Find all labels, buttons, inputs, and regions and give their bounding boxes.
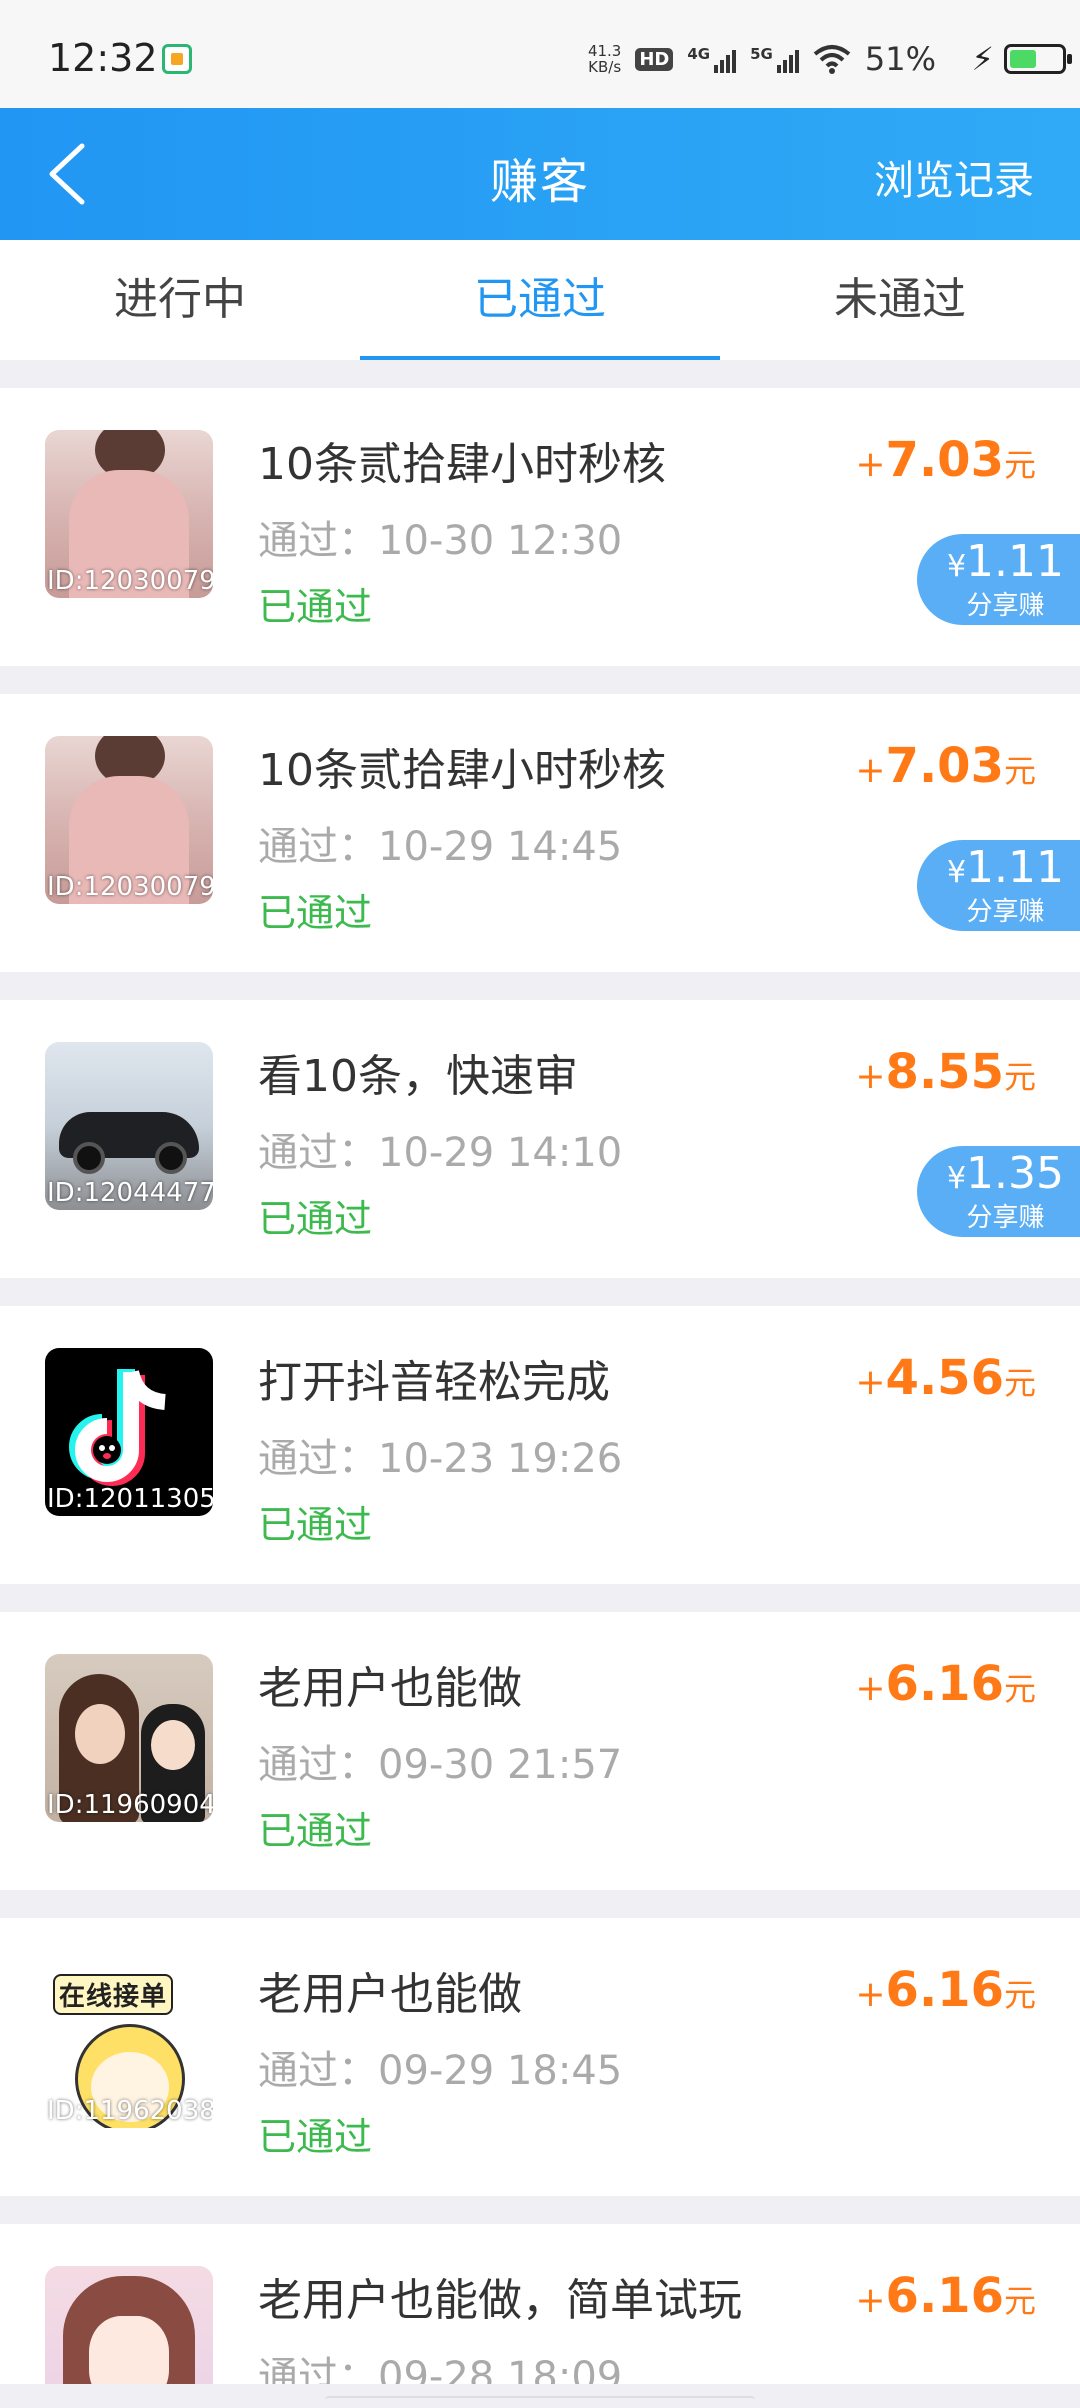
task-title: 老用户也能做 — [258, 1663, 522, 1714]
task-status: 已通过 — [258, 1809, 373, 1853]
app-header: 赚客 浏览记录 — [0, 108, 1080, 240]
task-reward: +6.16元 — [855, 1656, 1036, 1712]
task-title: 老用户也能做 — [258, 1969, 522, 2020]
battery-icon — [1004, 44, 1072, 74]
task-thumbnail — [45, 2266, 213, 2384]
task-approved-time: 通过：09-29 18:45 — [258, 2048, 623, 2094]
task-approved-time: 通过：10-30 12:30 — [258, 518, 623, 564]
task-list: ID:12030079 10条贰拾肆小时秒核 通过：10-30 12:30 已通… — [0, 388, 1080, 2384]
share-earn-button[interactable]: ¥1.11 分享赚 — [916, 534, 1080, 625]
task-title: 10条贰拾肆小时秒核 — [258, 439, 666, 490]
network-speed: 41.3 KB/s — [588, 43, 621, 75]
signal-4g-icon: 4G — [687, 45, 737, 73]
task-approved-time: 通过：10-23 19:26 — [258, 1436, 623, 1482]
task-title: 看10条，快速审 — [258, 1051, 578, 1102]
tab-rejected[interactable]: 未通过 — [720, 240, 1080, 360]
home-indicator — [325, 2396, 755, 2406]
task-thumbnail: 在线接单 ID:11962038 — [45, 1960, 213, 2128]
browse-history-button[interactable]: 浏览记录 — [874, 148, 1034, 206]
task-status: 已通过 — [258, 1197, 373, 1241]
task-status: 已通过 — [258, 2115, 373, 2159]
task-title: 10条贰拾肆小时秒核 — [258, 745, 666, 796]
task-card[interactable]: ID:12030079 10条贰拾肆小时秒核 通过：10-29 14:45 已通… — [0, 694, 1080, 972]
task-thumbnail: ID:12030079 — [45, 430, 213, 598]
task-card[interactable]: ID:12011305 打开抖音轻松完成 通过：10-23 19:26 已通过 … — [0, 1306, 1080, 1584]
task-id: ID:12044477 — [47, 1178, 213, 1208]
task-id: ID:12011305 — [47, 1484, 213, 1514]
task-reward: +7.03元 — [855, 738, 1036, 794]
task-approved-time: 通过：09-28 18:09 — [258, 2354, 623, 2384]
task-approved-time: 通过：09-30 21:57 — [258, 1742, 623, 1788]
signal-5g-label: 5G — [750, 45, 773, 63]
share-earn-button[interactable]: ¥1.11 分享赚 — [916, 840, 1080, 931]
task-thumbnail: ID:12011305 — [45, 1348, 213, 1516]
task-card[interactable]: 老用户也能做，简单试玩 通过：09-28 18:09 +6.16元 — [0, 2224, 1080, 2384]
wifi-icon — [813, 45, 851, 74]
task-id: ID:11962038 — [47, 2096, 213, 2126]
status-indicators: 41.3 KB/s HD 4G 5G 51% — [588, 40, 936, 78]
task-reward: +6.16元 — [855, 2268, 1036, 2324]
status-bar: 12:32 41.3 KB/s HD 4G 5G 51% ⚡ — [0, 0, 1080, 108]
task-title: 打开抖音轻松完成 — [258, 1357, 610, 1408]
hd-icon: HD — [635, 47, 674, 71]
task-approved-time: 通过：10-29 14:45 — [258, 824, 623, 870]
signal-4g-label: 4G — [687, 45, 711, 63]
network-speed-value: 41.3 — [587, 42, 622, 60]
signal-5g-icon: 5G — [750, 45, 799, 73]
task-card[interactable]: ID:11960904 老用户也能做 通过：09-30 21:57 已通过 +6… — [0, 1612, 1080, 1890]
task-thumbnail: ID:11960904 — [45, 1654, 213, 1822]
tab-approved[interactable]: 已通过 — [360, 240, 720, 360]
task-thumbnail: ID:12044477 — [45, 1042, 213, 1210]
task-id: ID:11960904 — [47, 1790, 213, 1820]
charging-icon: ⚡ — [971, 40, 994, 78]
thumbnail-tag: 在线接单 — [53, 1974, 174, 2015]
task-card[interactable]: ID:12044477 看10条，快速审 通过：10-29 14:10 已通过 … — [0, 1000, 1080, 1278]
task-approved-time: 通过：10-29 14:10 — [258, 1130, 623, 1176]
task-reward: +6.16元 — [855, 1962, 1036, 2018]
task-title: 老用户也能做，简单试玩 — [258, 2275, 742, 2326]
share-earn-button[interactable]: ¥1.35 分享赚 — [916, 1146, 1080, 1237]
task-reward: +4.56元 — [855, 1350, 1036, 1406]
task-thumbnail: ID:12030079 — [45, 736, 213, 904]
task-id: ID:12030079 — [47, 566, 213, 596]
task-reward: +7.03元 — [855, 432, 1036, 488]
task-status: 已通过 — [258, 1503, 373, 1547]
tiktok-logo-icon — [69, 1369, 167, 1486]
task-card[interactable]: 在线接单 ID:11962038 老用户也能做 通过：09-29 18:45 已… — [0, 1918, 1080, 2196]
battery-percent: 51% — [864, 40, 936, 78]
status-time: 12:32 — [48, 36, 158, 80]
task-status: 已通过 — [258, 585, 373, 629]
status-tabs: 进行中 已通过 未通过 — [0, 240, 1080, 360]
tab-in-progress[interactable]: 进行中 — [0, 240, 360, 360]
task-card[interactable]: ID:12030079 10条贰拾肆小时秒核 通过：10-30 12:30 已通… — [0, 388, 1080, 666]
battery-level — [1010, 50, 1036, 68]
task-reward: +8.55元 — [855, 1044, 1036, 1100]
network-speed-unit: KB/s — [588, 58, 622, 76]
task-id: ID:12030079 — [47, 872, 213, 902]
app-notification-icon — [162, 44, 192, 74]
task-status: 已通过 — [258, 891, 373, 935]
